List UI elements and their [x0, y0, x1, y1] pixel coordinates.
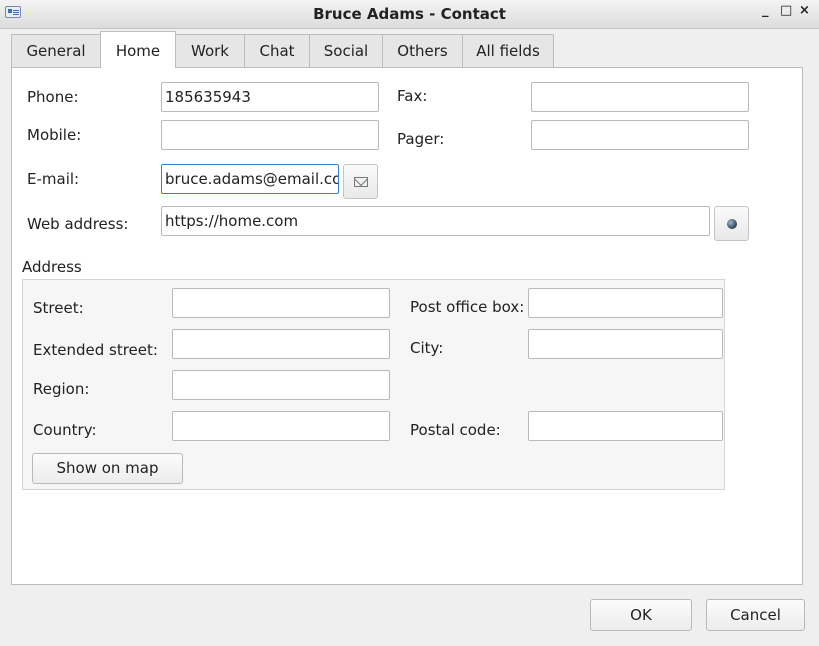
tab-chat[interactable]: Chat	[244, 34, 310, 67]
close-button[interactable]: ×	[799, 3, 810, 18]
send-email-button[interactable]	[343, 164, 378, 199]
street-label: Street:	[33, 299, 84, 317]
tab-work[interactable]: Work	[175, 34, 245, 67]
mobile-label: Mobile:	[27, 126, 82, 144]
tab-others[interactable]: Others	[382, 34, 463, 67]
globe-icon	[727, 219, 737, 229]
tab-all-fields[interactable]: All fields	[462, 34, 554, 67]
email-label: E-mail:	[27, 170, 80, 188]
country-field[interactable]	[172, 411, 390, 441]
window-title: Bruce Adams - Contact	[313, 5, 506, 23]
web-address-field[interactable]: https://home.com	[161, 206, 710, 236]
pager-field[interactable]	[531, 120, 749, 150]
maximize-button[interactable]: □	[780, 3, 792, 18]
region-label: Region:	[33, 380, 90, 398]
tab-home[interactable]: Home	[100, 31, 176, 68]
country-label: Country:	[33, 421, 97, 439]
postal-code-field[interactable]	[528, 411, 723, 441]
city-label: City:	[410, 339, 444, 357]
email-field[interactable]: bruce.adams@email.com	[161, 164, 339, 194]
envelope-icon	[354, 177, 368, 187]
post-office-box-field[interactable]	[528, 288, 723, 318]
fax-label: Fax:	[397, 87, 428, 105]
open-web-button[interactable]	[714, 206, 749, 241]
pager-label: Pager:	[397, 130, 445, 148]
cancel-button[interactable]: Cancel	[706, 599, 805, 631]
title-bar[interactable]: Bruce Adams - Contact _ □ ×	[0, 0, 819, 29]
phone-label: Phone:	[27, 88, 79, 106]
show-on-map-button[interactable]: Show on map	[32, 453, 183, 484]
street-field[interactable]	[172, 288, 390, 318]
web-address-label: Web address:	[27, 215, 129, 233]
tab-social[interactable]: Social	[309, 34, 383, 67]
city-field[interactable]	[528, 329, 723, 359]
mobile-field[interactable]	[161, 120, 379, 150]
post-office-box-label: Post office box:	[410, 298, 525, 316]
phone-field[interactable]: 185635943	[161, 82, 379, 112]
ok-button[interactable]: OK	[590, 599, 692, 631]
tab-general[interactable]: General	[11, 34, 101, 67]
postal-code-label: Postal code:	[410, 421, 501, 439]
address-group-label: Address	[22, 258, 82, 276]
minimize-button[interactable]: _	[762, 3, 769, 18]
fax-field[interactable]	[531, 82, 749, 112]
region-field[interactable]	[172, 370, 390, 400]
extended-street-field[interactable]	[172, 329, 390, 359]
extended-street-label: Extended street:	[33, 341, 158, 359]
